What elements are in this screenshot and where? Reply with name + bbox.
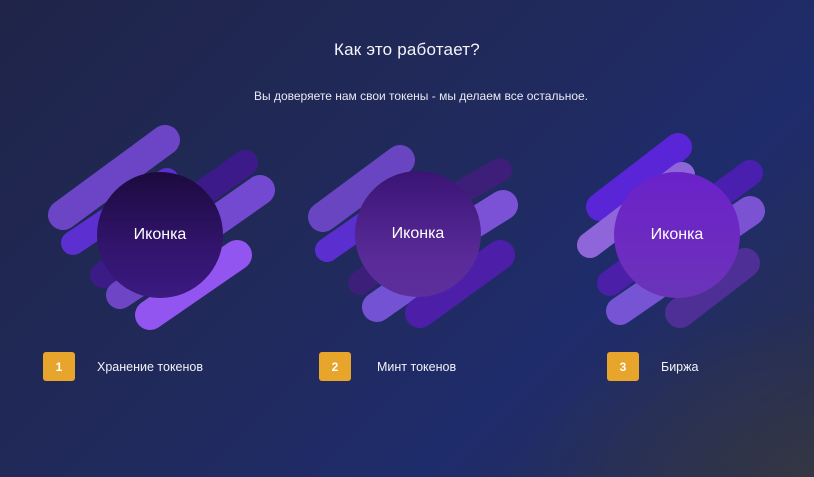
step-number-badge: 3: [607, 352, 639, 381]
step-3-icon-placeholder: Иконка: [614, 172, 740, 298]
step-2-illustration: Иконка: [305, 125, 535, 335]
step-3-illustration: Иконка: [570, 125, 800, 335]
step-item-3: 3 Биржа: [607, 352, 698, 381]
step-1-illustration: Иконка: [45, 125, 275, 335]
step-label: Хранение токенов: [97, 359, 203, 374]
section-subtitle: Вы доверяете нам свои токены - мы делаем…: [253, 89, 589, 103]
step-2-icon-placeholder: Иконка: [355, 171, 481, 297]
step-item-2: 2 Минт токенов: [319, 352, 456, 381]
step-number-badge: 1: [43, 352, 75, 381]
step-label: Биржа: [661, 359, 699, 374]
step-number-badge: 2: [319, 352, 351, 381]
step-label: Минт токенов: [377, 359, 457, 374]
step-1-icon-placeholder: Иконка: [97, 172, 223, 298]
section-title: Как это работает?: [334, 40, 480, 59]
step-item-1: 1 Хранение токенов: [43, 352, 203, 381]
